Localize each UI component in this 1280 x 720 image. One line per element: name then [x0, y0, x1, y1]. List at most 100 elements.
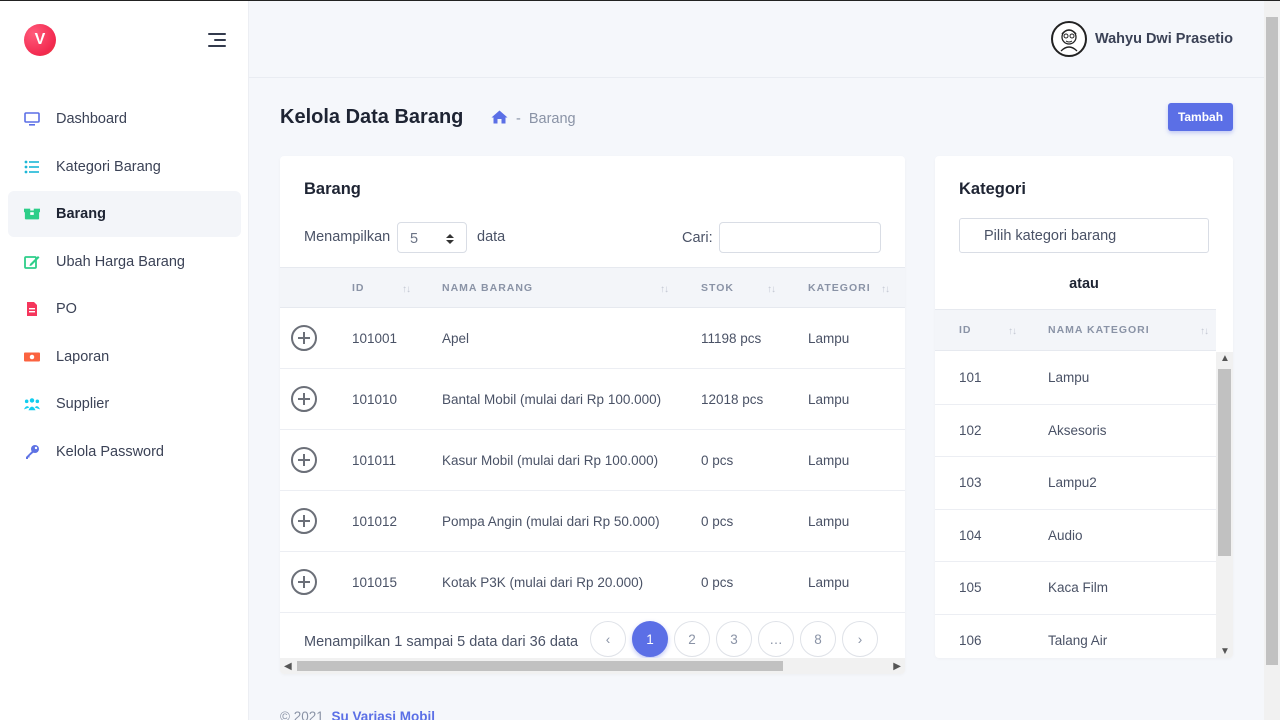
user-name: Wahyu Dwi Prasetio — [1094, 31, 1233, 47]
table-row[interactable]: 102 Aksesoris — [935, 405, 1216, 457]
cell-id: 105 — [959, 580, 982, 595]
or-label: atau — [1069, 276, 1099, 292]
cell-id: 101 — [959, 370, 982, 385]
user-menu[interactable]: Wahyu Dwi Prasetio — [1050, 21, 1233, 57]
updown-arrow-icon — [446, 234, 454, 244]
barang-table-header: ID ↑↓ NAMA BARANG ↑↓ STOK ↑↓ KATEGORI ↑↓ — [280, 267, 905, 308]
cell-stok: 0 pcs — [701, 575, 734, 590]
cell-nama-kategori: Aksesoris — [1048, 422, 1107, 438]
page-size-value: 5 — [410, 231, 419, 247]
column-header-kategori[interactable]: KATEGORI — [808, 282, 871, 294]
breadcrumb: - Barang — [491, 110, 576, 128]
scrollbar-thumb[interactable] — [1266, 17, 1278, 665]
cell-id: 104 — [959, 527, 982, 543]
sidebar-item-kelola-password[interactable]: Kelola Password — [8, 429, 241, 475]
sidebar-item-laporan[interactable]: Laporan — [8, 334, 241, 380]
sidebar-item-dashboard[interactable]: Dashboard — [8, 96, 241, 142]
scroll-right-icon[interactable]: ▶ — [893, 661, 901, 672]
sort-icon: ↑↓ — [402, 284, 411, 295]
key-icon — [24, 444, 40, 460]
sort-icon: ↑↓ — [881, 284, 890, 295]
pagination-page-8[interactable]: 8 — [800, 621, 836, 657]
expand-row-icon[interactable] — [291, 325, 317, 351]
pagination: ‹ 1 2 3 … 8 › — [590, 621, 884, 657]
cell-nama-barang: Kotak P3K (mulai dari Rp 20.000) — [442, 575, 644, 590]
cell-kategori: Lampu — [808, 331, 850, 346]
horizontal-scrollbar[interactable]: ◀ ▶ — [280, 658, 905, 674]
scroll-down-icon[interactable]: ▼ — [1220, 646, 1230, 657]
scroll-up-icon[interactable]: ▲ — [1220, 353, 1230, 364]
cell-stok: 0 pcs — [701, 453, 734, 468]
sidebar-item-supplier[interactable]: Supplier — [8, 381, 241, 427]
pagination-page-1[interactable]: 1 — [632, 621, 668, 657]
table-row[interactable]: 106 Talang Air — [935, 615, 1216, 659]
sidebar-item-po[interactable]: PO — [8, 286, 241, 332]
expand-row-icon[interactable] — [291, 569, 317, 595]
scroll-left-icon[interactable]: ◀ — [284, 661, 292, 672]
search-label: Cari: — [682, 230, 713, 246]
table-row[interactable]: 101 Lampu — [935, 352, 1216, 405]
cell-kategori: Lampu — [808, 392, 850, 407]
column-header-id[interactable]: ID — [352, 282, 365, 294]
page-size-select[interactable]: 5 — [397, 222, 467, 253]
sidebar-item-kategori-barang[interactable]: Kategori Barang — [8, 144, 241, 190]
sidebar-item-label: PO — [56, 301, 77, 317]
home-icon[interactable] — [491, 110, 508, 128]
scrollbar-thumb[interactable] — [1218, 369, 1231, 556]
cell-id: 101010 — [352, 392, 398, 407]
pagination-next[interactable]: › — [842, 621, 878, 657]
sort-icon: ↑↓ — [1008, 326, 1017, 337]
table-row: 101011 Kasur Mobil (mulai dari Rp 100.00… — [280, 430, 905, 491]
pagination-page-2[interactable]: 2 — [674, 621, 710, 657]
box-icon — [24, 206, 40, 222]
kategori-card: Kategori Pilih kategori barang atau ID ↑… — [935, 156, 1233, 658]
table-info: Menampilkan 1 sampai 5 data dari 36 data — [304, 634, 579, 650]
table-row[interactable]: 104 Audio — [935, 510, 1216, 562]
sidebar-item-label: Dashboard — [56, 111, 127, 127]
footer: © 2021 Su Variasi Mobil — [280, 709, 435, 720]
menu-toggle-icon[interactable] — [206, 32, 226, 48]
sidebar-item-ubah-harga-barang[interactable]: Ubah Harga Barang — [8, 239, 241, 285]
monitor-icon — [24, 111, 40, 127]
sidebar-item-barang[interactable]: Barang — [8, 191, 241, 237]
pagination-page-3[interactable]: 3 — [716, 621, 752, 657]
cell-id: 101001 — [352, 331, 398, 346]
expand-row-icon[interactable] — [291, 386, 317, 412]
table-row[interactable]: 105 Kaca Film — [935, 562, 1216, 615]
sidebar-item-label: Barang — [56, 206, 106, 222]
table-row: 101015 Kotak P3K (mulai dari Rp 20.000) … — [280, 552, 905, 613]
sidebar-item-label: Supplier — [56, 396, 110, 412]
users-icon — [24, 396, 40, 412]
expand-row-icon[interactable] — [291, 447, 317, 473]
sort-icon: ↑↓ — [1200, 326, 1209, 337]
search-input[interactable] — [719, 222, 881, 253]
cell-id: 101012 — [352, 514, 398, 529]
vertical-scrollbar[interactable]: ▲ ▼ — [1216, 352, 1233, 658]
column-header-id[interactable]: ID — [959, 324, 972, 336]
pagination-prev[interactable]: ‹ — [590, 621, 626, 657]
app-logo[interactable]: V — [24, 24, 56, 56]
table-row[interactable]: 103 Lampu2 — [935, 457, 1216, 510]
kategori-card-title: Kategori — [959, 180, 1026, 198]
expand-row-icon[interactable] — [291, 508, 317, 534]
scrollbar-thumb[interactable] — [297, 661, 783, 671]
sidebar-item-label: Kategori Barang — [56, 158, 161, 175]
breadcrumb-separator: - — [516, 111, 521, 127]
kategori-select[interactable]: Pilih kategori barang — [959, 218, 1209, 253]
column-header-stok[interactable]: STOK — [701, 282, 734, 294]
cell-nama-kategori: Audio — [1048, 527, 1083, 543]
cell-kategori: Lampu — [808, 575, 850, 590]
footer-brand-link[interactable]: Su Variasi Mobil — [332, 709, 436, 720]
top-header: Wahyu Dwi Prasetio — [249, 0, 1264, 78]
page-size-suffix: data — [477, 229, 506, 245]
tambah-button[interactable]: Tambah — [1168, 103, 1233, 131]
page-scrollbar[interactable] — [1264, 0, 1280, 720]
cell-stok: 11198 pcs — [701, 331, 762, 346]
column-header-nama-barang[interactable]: NAMA BARANG — [442, 282, 533, 294]
cell-nama-barang: Bantal Mobil (mulai dari Rp 100.000) — [442, 392, 662, 407]
cell-nama-barang: Kasur Mobil (mulai dari Rp 100.000) — [442, 453, 659, 468]
sidebar-item-label: Kelola Password — [56, 443, 164, 460]
cell-nama-kategori: Lampu — [1048, 370, 1090, 385]
column-header-nama-kategori[interactable]: NAMA KATEGORI — [1048, 324, 1150, 336]
money-icon — [24, 349, 40, 365]
